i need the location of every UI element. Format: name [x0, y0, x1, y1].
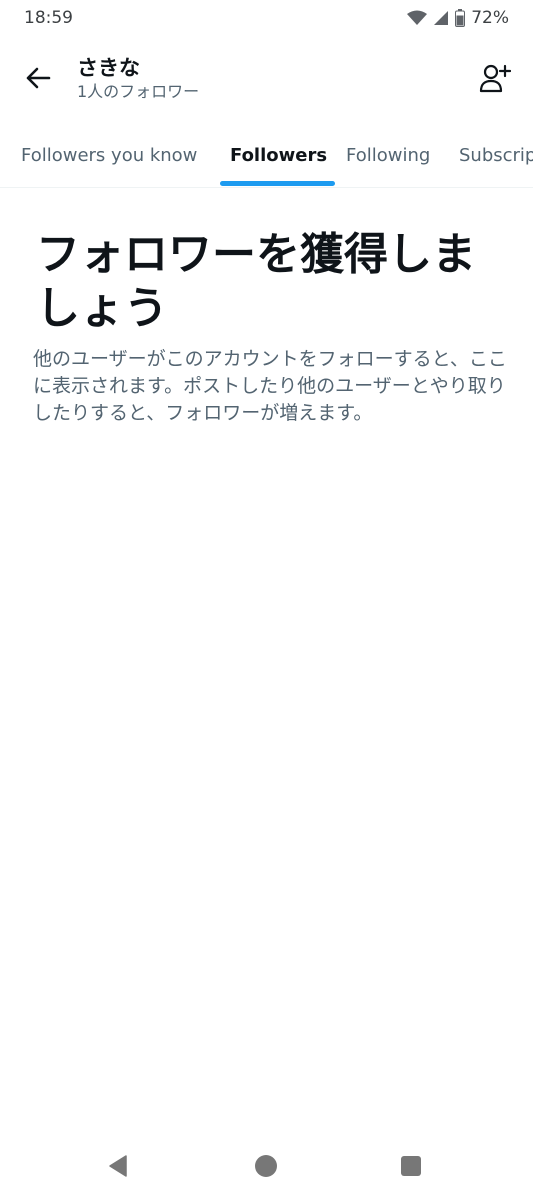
add-user-button[interactable]	[475, 60, 515, 100]
recents-square-icon	[399, 1154, 423, 1182]
status-icons: 72%	[407, 8, 509, 28]
empty-state-description: 他のユーザーがこのアカウントをフォローすると、ここに表示されます。ポストしたり他…	[33, 348, 507, 424]
status-time: 18:59	[24, 8, 73, 28]
tab-subscriptions[interactable]: Subscriptions	[459, 128, 533, 187]
system-nav-bar	[0, 1136, 533, 1200]
nav-home-button[interactable]	[250, 1152, 282, 1184]
battery-percent: 72%	[471, 8, 509, 28]
follower-count: 1人のフォロワー	[77, 82, 200, 101]
tab-followers[interactable]: Followers	[230, 128, 327, 187]
tab-following[interactable]: Following	[346, 128, 430, 187]
cell-signal-icon	[433, 10, 449, 26]
arrow-left-icon	[25, 67, 51, 93]
nav-back-button[interactable]	[102, 1152, 134, 1184]
title-block: さきな 1人のフォロワー	[77, 54, 199, 102]
page-title: さきな	[77, 56, 140, 80]
person-add-icon	[479, 63, 512, 97]
battery-icon	[455, 9, 466, 27]
home-circle-icon	[254, 1154, 278, 1182]
empty-state-title: フォロワーを獲得しましょう	[36, 229, 476, 334]
wifi-icon	[407, 10, 428, 26]
back-triangle-icon	[106, 1154, 130, 1182]
tab-followers-you-know[interactable]: Followers you know	[21, 128, 197, 187]
nav-recents-button[interactable]	[395, 1152, 427, 1184]
profile-header: さきな 1人のフォロワー	[0, 44, 533, 116]
back-button[interactable]	[20, 62, 56, 98]
tab-bar: Followers you know Followers Following S…	[0, 128, 533, 188]
status-bar: 18:59 72%	[0, 0, 533, 36]
active-tab-indicator	[220, 181, 335, 186]
screen: 18:59 72% さきな 1人のフォロワー Followers you kno…	[0, 0, 533, 1200]
